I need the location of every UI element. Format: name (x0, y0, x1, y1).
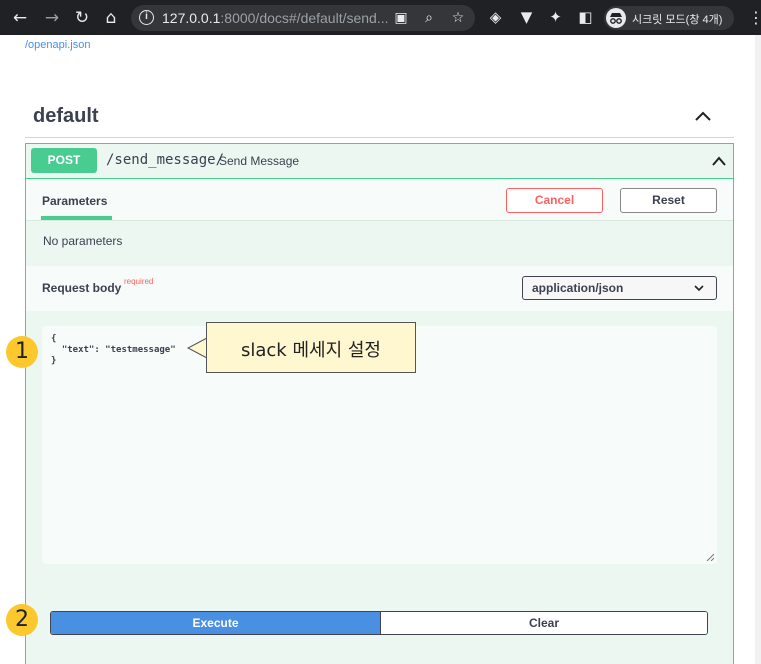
translate-icon[interactable]: ▣ (393, 10, 409, 26)
bookmark-star-icon[interactable]: ☆ (450, 10, 466, 26)
content-type-value: application/json (532, 281, 624, 295)
extension-shield-icon[interactable]: ◈ (487, 9, 504, 26)
operation-path: /send_message/ (106, 152, 225, 168)
operation-block: POST /send_message/ Send Message Paramet… (25, 143, 734, 664)
extensions-puzzle-icon[interactable]: ✦ (547, 9, 564, 26)
incognito-icon (606, 8, 626, 28)
annotation-callout-text: slack 메세지 설정 (241, 340, 381, 361)
operation-description: Send Message (219, 154, 300, 168)
tab-active-indicator (41, 216, 112, 220)
required-marker: required (124, 277, 154, 286)
incognito-indicator[interactable]: 시크릿 모드(창 4개) (604, 6, 734, 30)
zoom-icon[interactable]: ⌕ (421, 10, 437, 26)
request-body-label: Request body (42, 281, 122, 295)
execute-button-group: Execute Clear (50, 611, 708, 635)
section-collapse-chevron-icon[interactable] (693, 107, 713, 125)
section-title[interactable]: default (33, 105, 99, 128)
address-bar[interactable]: i 127.0.0.1:8000/docs#/default/send... ▣… (131, 5, 475, 31)
extension-v-icon[interactable]: ▼ (518, 9, 535, 26)
section-divider (25, 137, 734, 138)
reset-button[interactable]: Reset (620, 188, 717, 213)
forward-arrow-icon[interactable]: → (42, 8, 62, 28)
no-parameters-text: No parameters (43, 234, 123, 248)
cancel-button[interactable]: Cancel (506, 188, 603, 213)
step-badge-2: 2 (6, 604, 38, 636)
reload-icon[interactable]: ↻ (72, 8, 92, 28)
site-info-icon[interactable]: i (139, 10, 154, 25)
callout-tail (186, 337, 208, 359)
execute-button[interactable]: Execute (51, 612, 380, 634)
url-text: 127.0.0.1:8000/docs#/default/send... (162, 10, 389, 26)
method-badge: POST (31, 148, 97, 173)
chevron-down-icon (694, 285, 704, 292)
parameters-header: Parameters Cancel Reset (26, 180, 733, 221)
browser-toolbar: ← → ↻ ⌂ i 127.0.0.1:8000/docs#/default/s… (0, 0, 761, 35)
page-scrollbar[interactable] (755, 35, 761, 664)
openapi-json-link[interactable]: /openapi.json (25, 39, 90, 51)
request-body-text[interactable]: { "text": "testmessage" } (51, 334, 176, 367)
resize-handle-icon[interactable] (706, 553, 714, 561)
content-type-select[interactable]: application/json (522, 276, 717, 300)
tab-parameters[interactable]: Parameters (42, 194, 107, 208)
home-icon[interactable]: ⌂ (101, 8, 121, 28)
clear-button[interactable]: Clear (380, 612, 707, 634)
request-body-header: Request body required application/json (26, 266, 733, 311)
browser-menu-icon[interactable]: ⋮ (748, 8, 761, 28)
operation-collapse-chevron-icon[interactable] (711, 154, 727, 168)
operation-summary[interactable]: POST /send_message/ Send Message (26, 144, 733, 179)
annotation-callout: slack 메세지 설정 (206, 322, 416, 373)
incognito-label: 시크릿 모드(창 4개) (632, 14, 723, 26)
step-badge-1: 1 (6, 336, 38, 368)
back-arrow-icon[interactable]: ← (10, 8, 30, 28)
side-panel-icon[interactable]: ◧ (577, 9, 594, 26)
